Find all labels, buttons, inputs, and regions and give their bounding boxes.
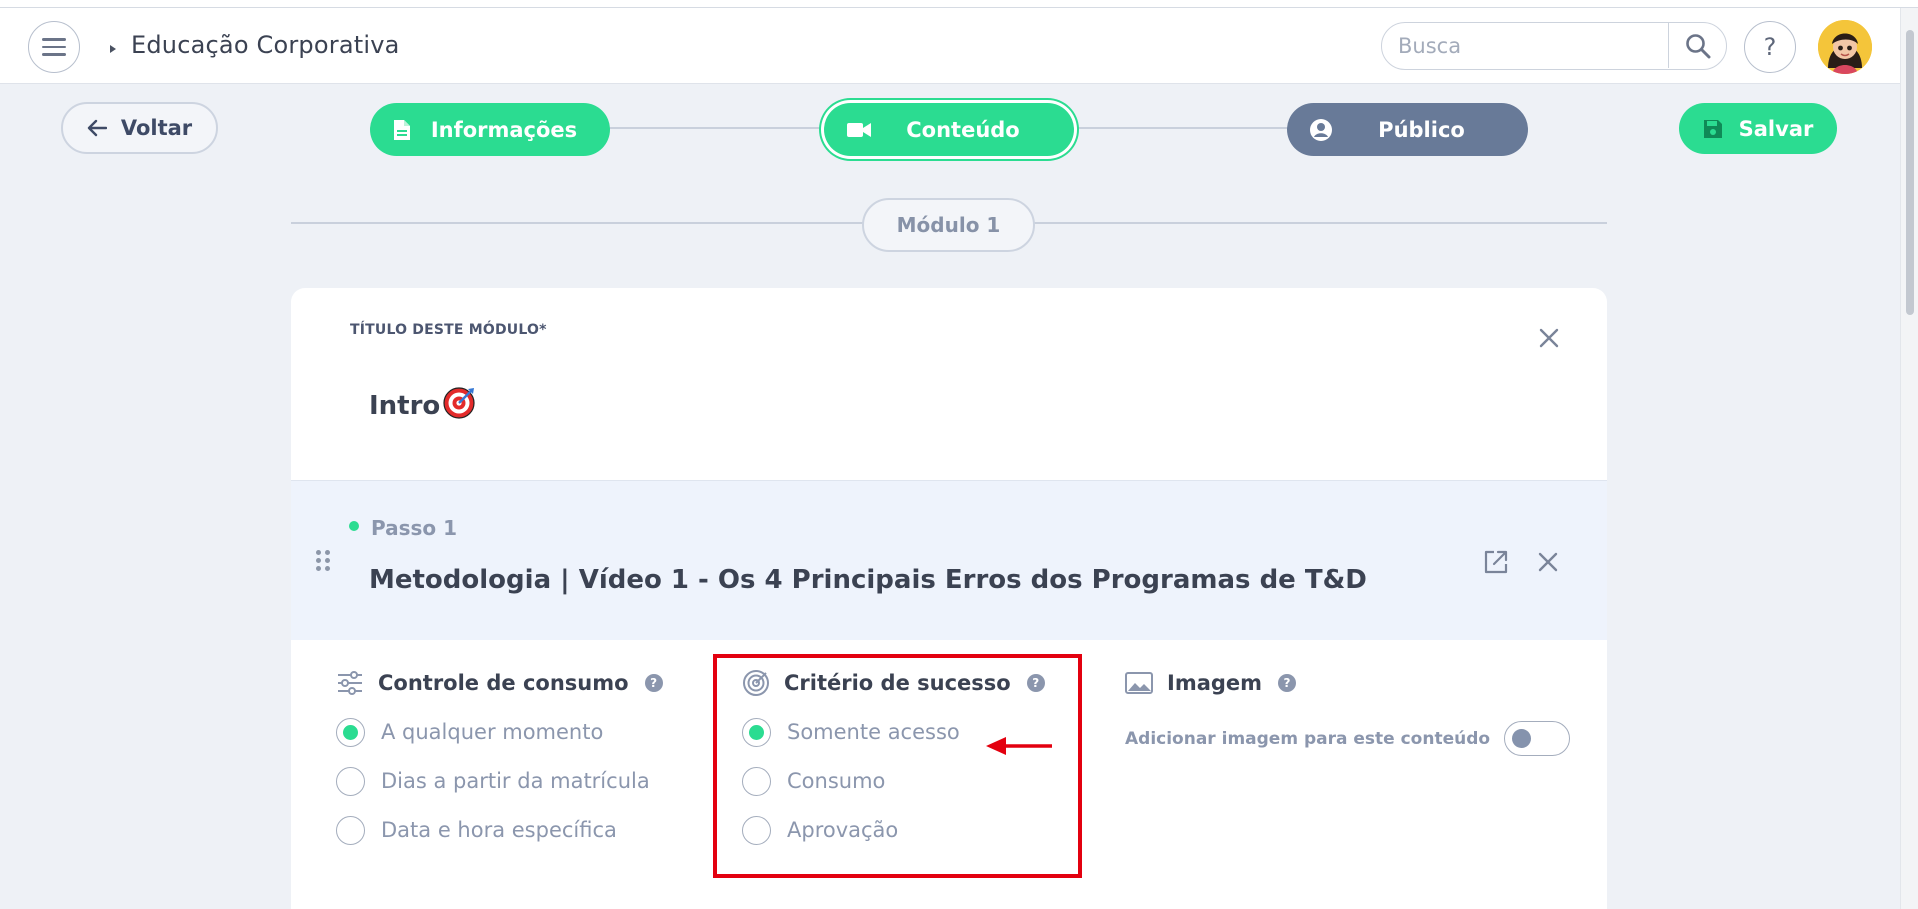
- back-button-label: Voltar: [120, 116, 193, 140]
- step-panel: Passo 1 Metodologia | Vídeo 1 - Os 4 Pri…: [291, 480, 1607, 640]
- avatar[interactable]: [1818, 20, 1872, 74]
- radio-button[interactable]: [336, 815, 365, 845]
- drag-handle-icon[interactable]: [316, 550, 330, 571]
- external-link-icon[interactable]: [1481, 547, 1511, 577]
- scrollbar-thumb[interactable]: [1906, 30, 1914, 315]
- document-icon: [394, 120, 410, 140]
- floppy-disk-icon: [1703, 119, 1722, 138]
- help-circle-icon[interactable]: ?: [644, 674, 663, 692]
- user-circle-icon: [1310, 119, 1332, 141]
- step-conteudo[interactable]: Conteúdo: [824, 103, 1074, 156]
- menu-bar-icon: [42, 38, 66, 41]
- menu-bar-icon: [42, 53, 66, 56]
- radio-button[interactable]: [336, 717, 365, 747]
- search-input[interactable]: [1382, 23, 1670, 68]
- add-image-toggle[interactable]: [1504, 721, 1571, 756]
- page-scrollbar[interactable]: [1900, 8, 1918, 909]
- imagem-title: Imagem: [1167, 671, 1263, 695]
- step-informacoes[interactable]: Informações: [370, 103, 610, 156]
- step-number-label: Passo 1: [371, 516, 458, 540]
- radio-option[interactable]: A qualquer momento: [336, 717, 663, 747]
- imagem-section: Imagem ? Adicionar imagem para este cont…: [1125, 668, 1571, 756]
- consumo-section: Controle de consumo ? A qualquer momento…: [336, 668, 663, 845]
- radio-option[interactable]: Dias a partir da matrícula: [336, 766, 663, 796]
- image-icon: [1125, 672, 1153, 694]
- close-step-icon[interactable]: [1533, 547, 1563, 577]
- save-button[interactable]: Salvar: [1679, 103, 1837, 154]
- radio-label: A qualquer momento: [381, 720, 604, 744]
- radio-label: Data e hora específica: [381, 818, 617, 842]
- app-header: Educação Corporativa ?: [0, 8, 1900, 84]
- help-circle-icon[interactable]: ?: [1278, 674, 1297, 692]
- radio-option[interactable]: Data e hora específica: [336, 815, 663, 845]
- search-button[interactable]: [1668, 23, 1726, 68]
- radio-label: Dias a partir da matrícula: [381, 769, 650, 793]
- step-title[interactable]: Metodologia | Vídeo 1 - Os 4 Principais …: [369, 565, 1367, 595]
- user-avatar-icon: [1818, 20, 1872, 74]
- back-button[interactable]: Voltar: [61, 102, 218, 154]
- breadcrumb-title[interactable]: Educação Corporativa: [131, 31, 400, 59]
- close-module-icon[interactable]: [1533, 322, 1565, 354]
- consumo-title: Controle de consumo: [378, 671, 629, 695]
- sliders-icon: [338, 671, 362, 695]
- step-connector: [1074, 127, 1287, 129]
- search-box: [1381, 22, 1727, 70]
- annotation-arrow-icon: [986, 737, 1052, 755]
- hamburger-menu-button[interactable]: [28, 21, 80, 73]
- module-title-label: TÍTULO DESTE MÓDULO*: [350, 322, 547, 338]
- save-button-label: Salvar: [1738, 116, 1814, 141]
- help-button[interactable]: ?: [1744, 21, 1796, 73]
- search-icon: [1685, 33, 1710, 58]
- radio-button[interactable]: [336, 766, 365, 796]
- step-status-dot: [349, 521, 359, 531]
- step-connector: [610, 127, 824, 129]
- step-publico[interactable]: Público: [1287, 103, 1528, 156]
- menu-bar-icon: [42, 45, 66, 49]
- video-camera-icon: [847, 123, 871, 137]
- target-emoji-icon: [443, 387, 475, 419]
- annotation-highlight-box: [713, 654, 1082, 878]
- add-image-label: Adicionar imagem para este conteúdo: [1125, 728, 1491, 749]
- browser-top-strip: [0, 0, 1918, 8]
- module-pill[interactable]: Módulo 1: [862, 198, 1035, 252]
- arrow-left-icon: [87, 119, 107, 137]
- breadcrumb-caret-icon: [110, 45, 116, 53]
